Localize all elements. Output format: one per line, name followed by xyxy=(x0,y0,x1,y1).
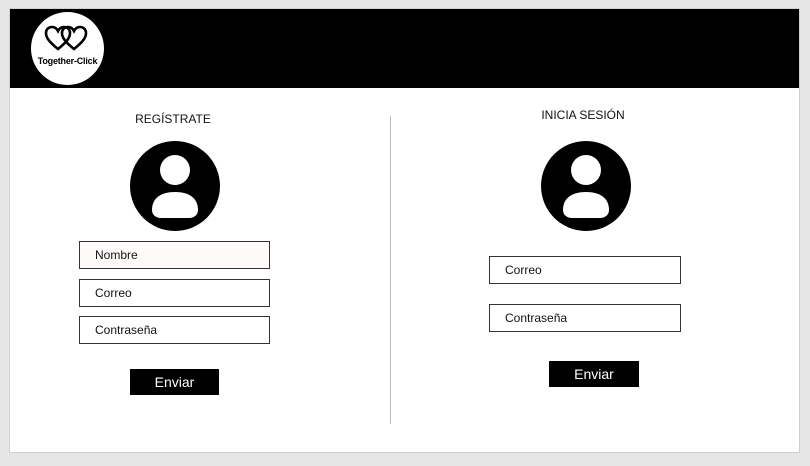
app-window: Together-Click REGÍSTRATE Nombre Correo … xyxy=(9,8,800,453)
logo-text: Together-Click xyxy=(37,56,98,66)
login-email-field[interactable]: Correo xyxy=(489,256,681,284)
login-title: INICIA SESIÓN xyxy=(541,108,625,122)
register-name-field[interactable]: Nombre xyxy=(79,241,270,269)
register-title: REGÍSTRATE xyxy=(135,112,211,126)
register-user-avatar-icon xyxy=(130,141,220,231)
two-hearts-icon xyxy=(44,25,88,51)
register-email-field[interactable]: Correo xyxy=(79,279,270,307)
logo[interactable]: Together-Click xyxy=(31,12,104,85)
section-divider xyxy=(390,116,391,424)
register-submit-button[interactable]: Enviar xyxy=(130,369,219,395)
login-submit-button[interactable]: Enviar xyxy=(549,361,639,387)
header-bar: Together-Click xyxy=(10,9,799,88)
login-user-avatar-icon xyxy=(541,141,631,231)
login-password-field[interactable]: Contraseña xyxy=(489,304,681,332)
register-password-field[interactable]: Contraseña xyxy=(79,316,270,344)
